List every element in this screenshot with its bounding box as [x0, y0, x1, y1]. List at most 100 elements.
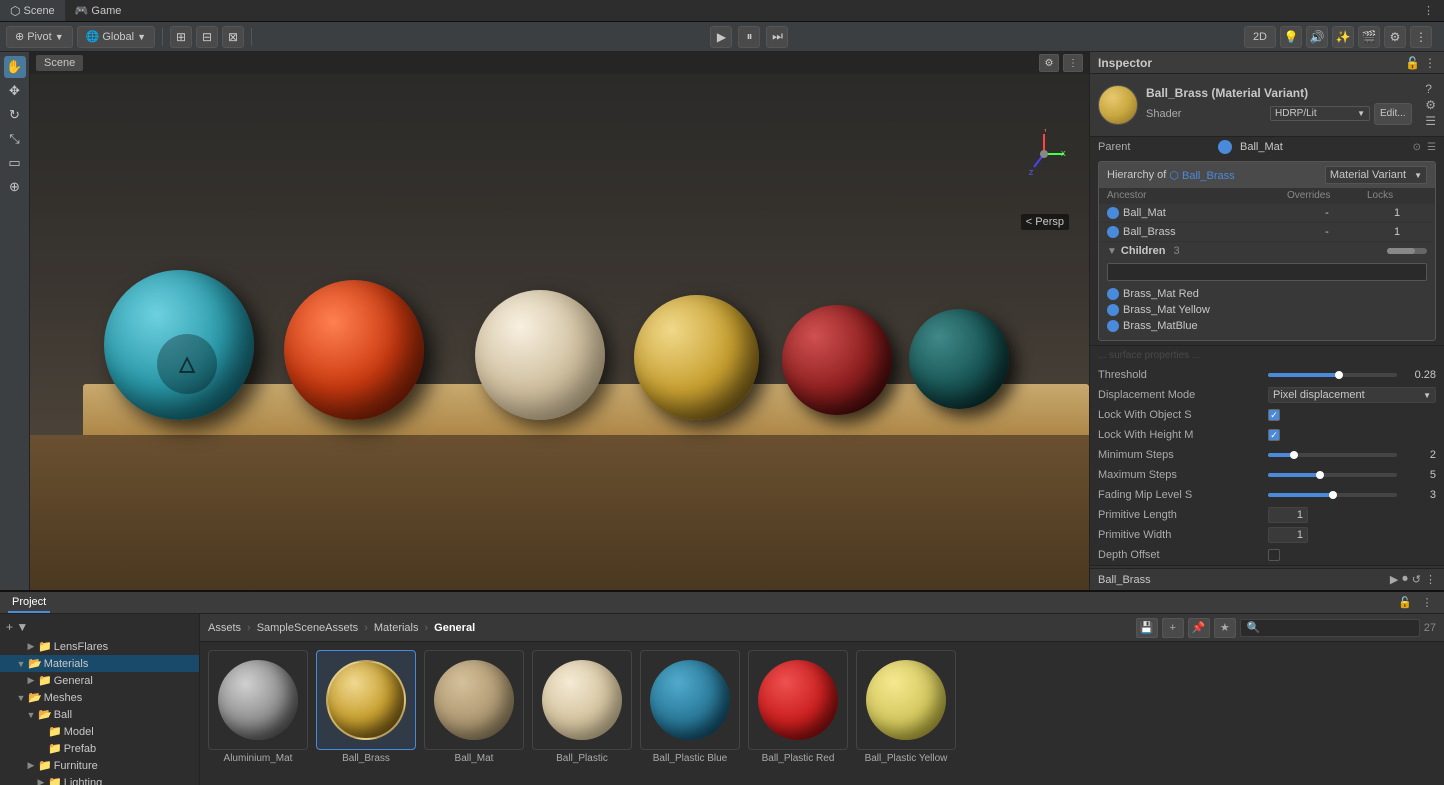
asset-aluminium[interactable]: Aluminium_Mat [208, 650, 308, 764]
max-steps-fill [1268, 473, 1320, 477]
children-chevron-icon: ▼ [1107, 246, 1117, 257]
pause-button[interactable]: ⏸ [738, 26, 760, 48]
lock-obj-checkbox[interactable]: ✓ [1268, 409, 1280, 421]
lock-height-checkbox[interactable]: ✓ [1268, 429, 1280, 441]
list-icon[interactable]: ☰ [1427, 142, 1436, 153]
global-button[interactable]: 🌐 Global ▼ [77, 26, 155, 48]
bottom-main: + ▼ ▶ 📁 LensFlares ▼ 📂 Materials ▶ 📁 Gen… [0, 614, 1444, 785]
transform-tool[interactable]: ⊕ [4, 176, 26, 198]
threshold-slider[interactable]: 0.28 [1268, 369, 1436, 381]
help-icon[interactable]: ? [1425, 82, 1436, 96]
prim-width-input[interactable] [1268, 527, 1308, 543]
lock-icon[interactable]: 🔓 [1405, 56, 1420, 70]
rect-tool[interactable]: ▭ [4, 152, 26, 174]
game-tab[interactable]: 🎮 Game [65, 0, 132, 21]
tree-meshes[interactable]: ▼ 📂 Meshes [0, 689, 199, 706]
min-steps-thumb [1290, 451, 1298, 459]
tree-materials[interactable]: ▼ 📂 Materials [0, 655, 199, 672]
viewport-scene-tab[interactable]: Scene [36, 55, 83, 71]
shading-btn[interactable]: ⚙ [1039, 54, 1059, 72]
hand-tool[interactable]: ✋ [4, 56, 26, 78]
child-item-1[interactable]: Brass_Mat Red [1107, 286, 1427, 302]
asset-add-btn[interactable]: + [1162, 618, 1184, 638]
asset-ball-plastic[interactable]: Ball_Plastic [532, 650, 632, 764]
circle-icon[interactable]: ⊙ [1413, 142, 1421, 153]
asset-ball-plastic-blue[interactable]: Ball_Plastic Blue [640, 650, 740, 764]
settings-button[interactable]: ⋮ [1410, 26, 1432, 48]
scene-viewport[interactable]: Scene ⚙ ⋮ [30, 52, 1089, 590]
ball-plastic-name: Ball_Plastic [556, 753, 608, 764]
audio-button[interactable]: 🔊 [1306, 26, 1328, 48]
tree-prefab[interactable]: 📁 Prefab [0, 740, 199, 757]
tree-ball[interactable]: ▼ 📂 Ball [0, 706, 199, 723]
settings-icon[interactable]: ⚙ [1425, 98, 1436, 112]
rotate-tool[interactable]: ↻ [4, 104, 26, 126]
move-tool[interactable]: ✥ [4, 80, 26, 102]
tree-lighting[interactable]: ▶ 📁 Lighting [0, 774, 199, 785]
breadcrumb-materials[interactable]: Materials [374, 622, 419, 634]
more-bottom-btn[interactable]: ⋮ [1418, 594, 1436, 612]
breadcrumb-assets[interactable]: Assets [208, 622, 241, 634]
depth-offset-checkbox[interactable] [1268, 549, 1280, 561]
min-steps-track [1268, 453, 1397, 457]
more-btn[interactable]: ⋮ [1063, 54, 1083, 72]
meshes-folder-icon: 📂 [28, 691, 42, 704]
grid-button[interactable]: ⊞ [170, 26, 192, 48]
menu-icon[interactable]: ☰ [1425, 114, 1436, 128]
children-label: Children [1121, 245, 1166, 257]
displacement-dropdown[interactable]: Pixel displacement ▼ [1268, 387, 1436, 403]
play-bottom-icon[interactable]: ▶ [1390, 573, 1398, 586]
min-steps-slider[interactable]: 2 [1268, 449, 1436, 461]
ball-plastic-blue-thumb [640, 650, 740, 750]
effects-button[interactable]: ✨ [1332, 26, 1354, 48]
prim-length-input[interactable] [1268, 507, 1308, 523]
asset-ball-brass[interactable]: Ball_Brass [316, 650, 416, 764]
more-icon[interactable]: ⋮ [1424, 56, 1436, 70]
tree-general[interactable]: ▶ 📁 General [0, 672, 199, 689]
furniture-arrow: ▶ [26, 760, 36, 771]
lighting-button[interactable]: 💡 [1280, 26, 1302, 48]
asset-save-btn[interactable]: 💾 [1136, 618, 1158, 638]
fading-slider[interactable]: 3 [1268, 489, 1436, 501]
asset-ball-plastic-yellow[interactable]: Ball_Plastic Yellow [856, 650, 956, 764]
pivot-button[interactable]: ⊕ Pivot ▼ [6, 26, 73, 48]
add-btn[interactable]: + ▼ [6, 620, 28, 634]
more-bottom-icon[interactable]: ⋮ [1425, 573, 1436, 586]
tree-lensflares[interactable]: ▶ 📁 LensFlares [0, 638, 199, 655]
ball-plastic-yellow-name: Ball_Plastic Yellow [865, 753, 948, 764]
asset-ball-mat[interactable]: Ball_Mat [424, 650, 524, 764]
asset-star-btn[interactable]: ★ [1214, 618, 1236, 638]
lensflares-label: LensFlares [54, 641, 108, 653]
max-steps-slider[interactable]: 5 [1268, 469, 1436, 481]
revert-bottom-icon[interactable]: ↺ [1412, 573, 1421, 586]
shader-dropdown[interactable]: HDRP/Lit ▼ [1270, 106, 1370, 121]
model-label: Model [64, 726, 94, 738]
lock-bottom-btn[interactable]: 🔓 [1396, 594, 1414, 612]
project-tab[interactable]: Project [8, 592, 50, 613]
hierarchy-search-input[interactable] [1107, 263, 1427, 281]
2d-button[interactable]: 2D [1244, 26, 1276, 48]
breadcrumb-general[interactable]: General [434, 622, 475, 634]
transform-button[interactable]: ⊠ [222, 26, 244, 48]
asset-ball-plastic-red[interactable]: Ball_Plastic Red [748, 650, 848, 764]
snap-button[interactable]: ⊟ [196, 26, 218, 48]
more-options-icon[interactable]: ⋮ [1423, 4, 1434, 17]
breadcrumb-samplescene[interactable]: SampleSceneAssets [257, 622, 359, 634]
play-button[interactable]: ▶ [710, 26, 732, 48]
tree-furniture[interactable]: ▶ 📁 Furniture [0, 757, 199, 774]
asset-pin-btn[interactable]: 📌 [1188, 618, 1210, 638]
tree-model[interactable]: 📁 Model [0, 723, 199, 740]
parent-value: Ball_Mat ⊙ ☰ [1218, 140, 1436, 154]
child-item-2[interactable]: Brass_Mat Yellow [1107, 302, 1427, 318]
scene-tab[interactable]: ⬡ Scene [0, 0, 65, 21]
gizmos-button[interactable]: ⚙ [1384, 26, 1406, 48]
hierarchy-dropdown[interactable]: Material Variant ▼ [1325, 166, 1427, 184]
scale-tool[interactable]: ⤡ [4, 128, 26, 150]
children-header[interactable]: ▼ Children 3 [1099, 242, 1435, 260]
edit-button[interactable]: Edit... [1374, 103, 1412, 125]
record-bottom-icon[interactable]: ⏺ [1402, 573, 1408, 586]
step-button[interactable]: ⏭ [766, 26, 788, 48]
asset-search-input[interactable] [1240, 619, 1420, 637]
child-item-3[interactable]: Brass_MatBlue [1107, 318, 1427, 334]
scene-view-button[interactable]: 🎬 [1358, 26, 1380, 48]
